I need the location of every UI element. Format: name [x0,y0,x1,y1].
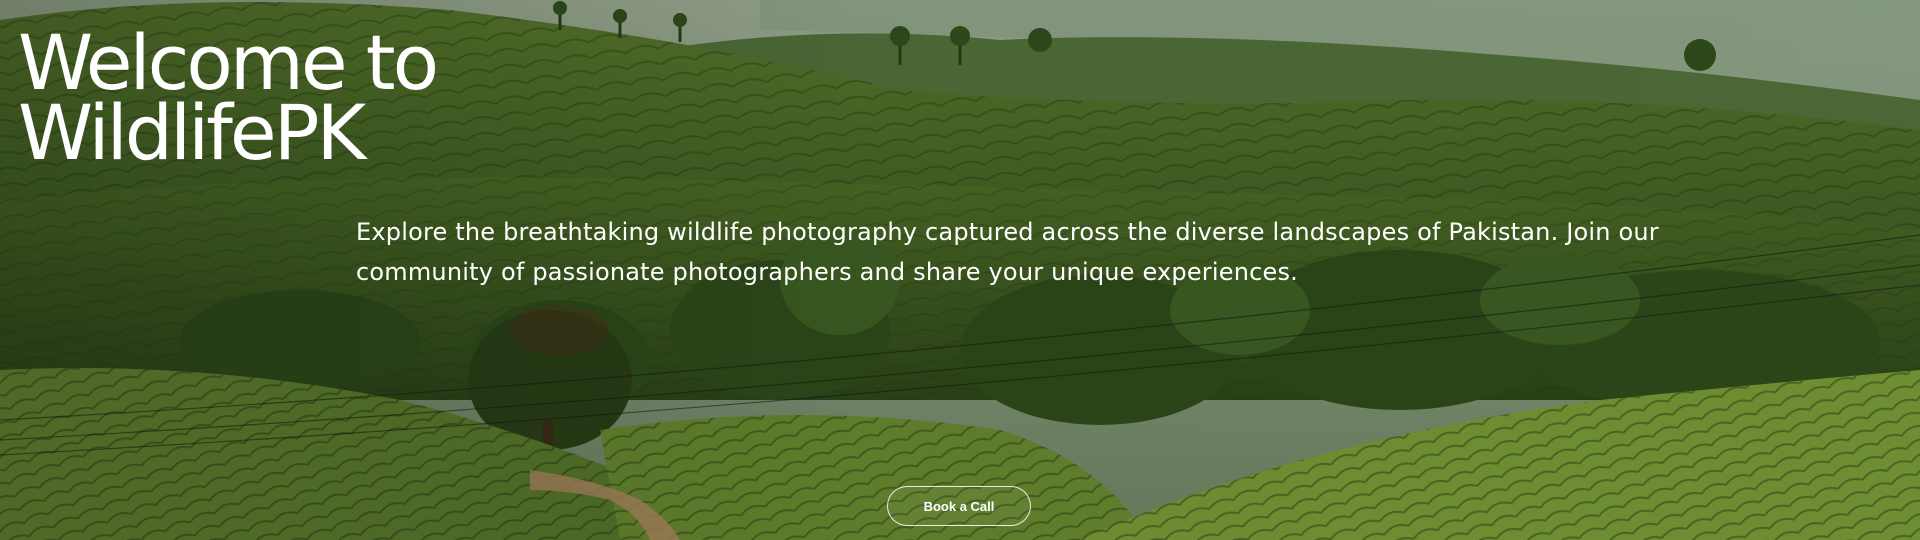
hero-title: Welcome to WildlifePK [18,25,538,171]
book-a-call-button[interactable]: Book a Call [887,486,1031,526]
hero-title-line2: WildlifePK [18,88,366,177]
hero-description: Explore the breathtaking wildlife photog… [356,218,1659,286]
hero-section: Welcome to WildlifePK Explore the breath… [0,0,1920,540]
